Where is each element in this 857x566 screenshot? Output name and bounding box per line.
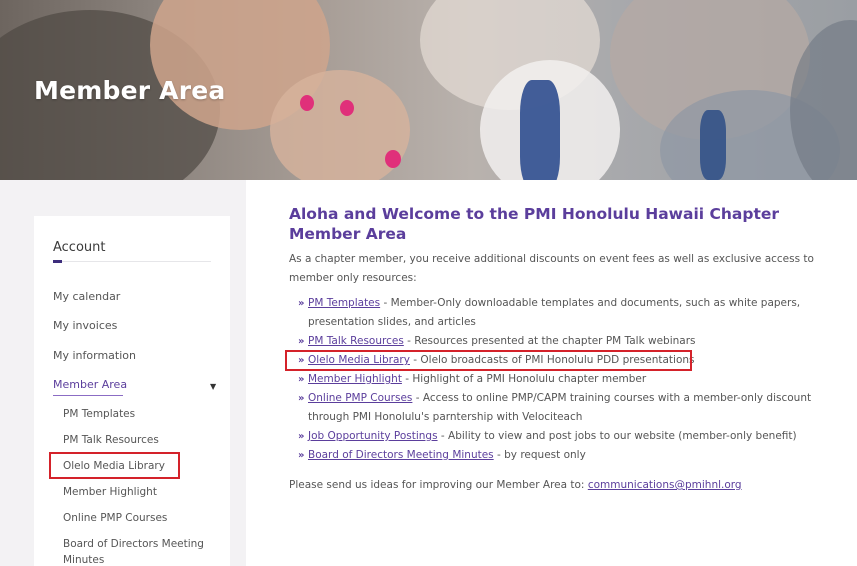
- hero-banner: Member Area: [0, 0, 857, 180]
- sidebar-subitem-pm-talk-resources[interactable]: PM Talk Resources: [63, 434, 159, 446]
- list-item: Member Highlight - Highlight of a PMI Ho…: [298, 370, 854, 389]
- list-item-desc: - Ability to view and post jobs to our w…: [437, 430, 797, 442]
- hero-photo-shape: [340, 100, 354, 116]
- sidebar-subitem-pm-templates[interactable]: PM Templates: [63, 408, 135, 420]
- sidebar-item-my-calendar[interactable]: My calendar: [53, 290, 120, 303]
- board-minutes-link[interactable]: Board of Directors Meeting Minutes: [308, 449, 494, 461]
- account-heading: Account: [53, 240, 106, 255]
- hero-title: Member Area: [34, 76, 226, 105]
- sidebar-item-my-invoices[interactable]: My invoices: [53, 319, 117, 332]
- email-link[interactable]: communications@pmihnl.org: [588, 479, 742, 491]
- intro-paragraph: As a chapter member, you receive additio…: [289, 253, 814, 284]
- sidebar-subitem-board-minutes-cont[interactable]: Minutes: [63, 554, 104, 566]
- feedback-note: Please send us ideas for improving our M…: [289, 479, 742, 491]
- sidebar-subitem-online-pmp-courses[interactable]: Online PMP Courses: [63, 512, 167, 524]
- highlight-box-sidebar: [49, 452, 180, 479]
- account-sidebar: Account My calendar My invoices My infor…: [34, 216, 230, 566]
- job-postings-link[interactable]: Job Opportunity Postings: [308, 430, 438, 442]
- list-item-desc: - Highlight of a PMI Honolulu chapter me…: [401, 373, 647, 385]
- active-item-underline: [53, 395, 123, 396]
- list-item: PM Templates - Member-Only downloadable …: [298, 294, 854, 332]
- sidebar-item-my-information[interactable]: My information: [53, 349, 136, 362]
- account-divider: [53, 261, 211, 262]
- list-item: Online PMP Courses - Access to online PM…: [298, 389, 854, 427]
- list-item: Board of Directors Meeting Minutes - by …: [298, 446, 854, 465]
- sidebar-subitem-member-highlight[interactable]: Member Highlight: [63, 486, 157, 498]
- list-item-desc: - Resources presented at the chapter PM …: [403, 335, 696, 347]
- account-accent-bar: [53, 260, 62, 263]
- online-pmp-courses-link[interactable]: Online PMP Courses: [308, 392, 412, 404]
- page-title: Aloha and Welcome to the PMI Honolulu Ha…: [289, 205, 780, 243]
- hero-photo-shape: [700, 110, 726, 180]
- hero-photo-shape: [520, 80, 560, 180]
- hero-photo-shape: [300, 95, 314, 111]
- chevron-down-icon[interactable]: ▼: [210, 382, 216, 391]
- feedback-text: Please send us ideas for improving our M…: [289, 479, 588, 491]
- member-highlight-link[interactable]: Member Highlight: [308, 373, 402, 385]
- sidebar-subitem-board-minutes[interactable]: Board of Directors Meeting: [63, 538, 204, 550]
- pm-templates-link[interactable]: PM Templates: [308, 297, 380, 309]
- list-item-desc: - by request only: [493, 449, 586, 461]
- list-item-desc: - Member-Only downloadable templates and…: [308, 297, 801, 328]
- hero-photo-shape: [385, 150, 401, 168]
- resource-list: PM Templates - Member-Only downloadable …: [298, 294, 854, 465]
- list-item: Job Opportunity Postings - Ability to vi…: [298, 427, 854, 446]
- sidebar-item-member-area[interactable]: Member Area: [53, 378, 127, 391]
- list-item: PM Talk Resources - Resources presented …: [298, 332, 854, 351]
- highlight-box-main: [285, 350, 692, 371]
- pm-talk-resources-link[interactable]: PM Talk Resources: [308, 335, 404, 347]
